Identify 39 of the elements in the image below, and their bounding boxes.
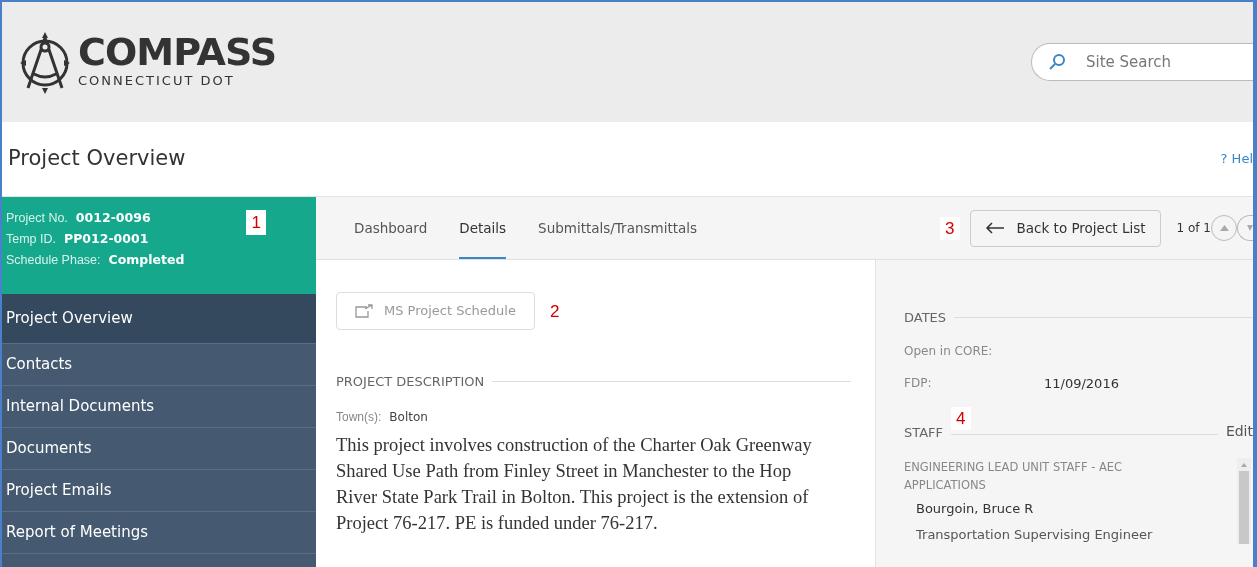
field-label: FDP: — [904, 374, 933, 392]
tab[interactable]: Dashboard — [354, 197, 428, 259]
edit-link[interactable]: Edit — [1225, 421, 1253, 442]
tab[interactable]: Submittals/Transmittals — [538, 197, 698, 259]
annotation-number: 1 — [246, 210, 266, 235]
section-heading: STAFF — [904, 423, 944, 442]
search-icon — [1048, 53, 1066, 71]
staff-group-heading: ENGINEERING LEAD UNIT STAFF - AEC APPLICATIONS — [904, 459, 1124, 494]
field-value: 11/09/2016 — [1044, 374, 1119, 393]
info-label: Project No. — [6, 210, 68, 227]
section-heading: PROJECT DESCRIPTION — [336, 373, 485, 391]
scrollbar-thumb[interactable] — [1239, 471, 1249, 544]
arrow-left-icon — [984, 222, 1005, 234]
annotation-number: 4 — [951, 407, 971, 430]
staff-role: Transportation Supervising Engineer — [915, 525, 1154, 544]
field-label: Open in CORE: — [904, 342, 994, 360]
field-label: Town(s): — [336, 408, 382, 426]
staff-name: Bourgoin, Bruce R — [915, 500, 1035, 518]
field-value: Bolton — [389, 408, 428, 426]
scroll-up-icon[interactable] — [1241, 463, 1247, 467]
back-button[interactable]: Back to Project List — [969, 209, 1161, 247]
down-triangle-icon — [1247, 225, 1253, 231]
search-field[interactable]: Site Search — [1031, 43, 1253, 81]
external-link-icon — [355, 304, 374, 318]
annotation-number: 3 — [940, 216, 960, 240]
help-link[interactable]: ? Hel — [1220, 149, 1253, 169]
info-value: PP012-0001 — [64, 229, 149, 248]
description-text: This project involves construction of the Charter Oak Greenway Shared Use Path from Finley Street in Manchester to the Hop River State Park Trail in Bolton. This project is the extension of Project 76-217. PE is funded under 76-217. — [336, 433, 813, 535]
info-value: 0012-0096 — [75, 209, 151, 227]
sidebar-item[interactable]: Project Overview — [2, 294, 316, 344]
info-label: Schedule Phase: — [6, 251, 101, 269]
logo-title: COMPASS — [78, 33, 277, 72]
pager-text: 1 of 1 — [1176, 220, 1211, 237]
info-label: Temp ID. — [6, 230, 56, 248]
section-heading: DATES — [904, 309, 947, 327]
up-triangle-icon — [1219, 225, 1229, 231]
info-value: Completed — [108, 250, 185, 269]
logo-subtitle: CONNECTICUT DOT — [78, 72, 236, 91]
page-title: Project Overview — [8, 145, 186, 173]
